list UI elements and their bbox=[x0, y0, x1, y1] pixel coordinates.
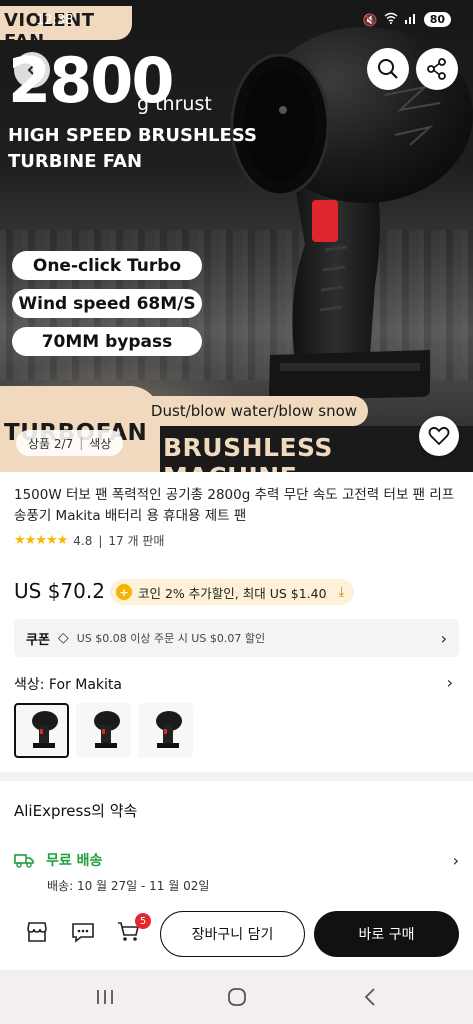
store-icon bbox=[27, 922, 47, 942]
sold-count: 17 개 판매 bbox=[108, 534, 165, 548]
color-swatch-3[interactable] bbox=[138, 703, 193, 758]
back-arrow-icon bbox=[364, 988, 375, 1006]
headline-line-2: TURBINE FAN bbox=[8, 151, 143, 172]
recent-apps-button[interactable] bbox=[91, 984, 119, 1010]
color-swatch-2[interactable] bbox=[76, 703, 131, 758]
coin-discount-text: 코인 2% 추가할인, 최대 US $1.40 bbox=[138, 585, 327, 601]
rating-row[interactable]: ★★★★★ 4.8 | 17 개 판매 bbox=[14, 532, 164, 549]
rating-separator: | bbox=[98, 533, 103, 548]
add-to-cart-button[interactable]: 장바구니 담기 bbox=[160, 911, 305, 957]
coin-icon: + bbox=[116, 584, 132, 600]
image-counter: 상품 2/7 | 색상 bbox=[16, 430, 124, 456]
home-icon bbox=[228, 988, 246, 1006]
shipping-date: 배송: 10 월 27일 - 11 월 02일 bbox=[47, 879, 210, 893]
home-button[interactable] bbox=[223, 984, 251, 1010]
promise-title: AliExpress의 약속 bbox=[14, 802, 138, 820]
feature-pill-bypass: 70MM bypass bbox=[12, 327, 202, 356]
wishlist-button[interactable] bbox=[419, 416, 459, 456]
image-counter-label: 상품 2/7 bbox=[28, 436, 74, 451]
feature-pill-wind-speed: Wind speed 68M/S bbox=[12, 289, 202, 318]
star-rating-icon: ★★★★★ bbox=[14, 533, 68, 548]
image-counter-color: 색상 bbox=[89, 436, 112, 451]
fan-thumbnail-icon bbox=[31, 710, 58, 748]
fan-thumbnail-icon bbox=[93, 710, 120, 748]
product-title: 1500W 터보 팬 폭력적인 공기총 2800g 추력 무단 속도 고전력 터… bbox=[14, 487, 455, 524]
search-button[interactable] bbox=[367, 48, 409, 90]
product-price: US $70.2 bbox=[14, 579, 105, 603]
coin-discount-badge[interactable]: + 코인 2% 추가할인, 최대 US $1.40 ⤓ bbox=[110, 579, 355, 605]
mute-icon: 🔇 bbox=[362, 12, 378, 27]
search-icon bbox=[378, 59, 398, 79]
chevron-right-icon: › bbox=[452, 850, 459, 870]
product-image-carousel[interactable]: VIOLENT FAN 12:38 🔇 80 2800 g thrust HIG… bbox=[0, 0, 473, 472]
wifi-icon bbox=[384, 12, 398, 27]
status-time: 12:38 bbox=[36, 13, 74, 28]
tag-icon: ◇ bbox=[57, 630, 69, 646]
signal-icon bbox=[404, 12, 418, 27]
headline-line-1: HIGH SPEED BRUSHLESS bbox=[8, 125, 257, 146]
truck-icon bbox=[14, 854, 34, 868]
buy-now-button[interactable]: 바로 구매 bbox=[314, 911, 459, 957]
chat-button[interactable] bbox=[70, 919, 96, 945]
section-divider bbox=[0, 772, 473, 781]
thrust-unit: g thrust bbox=[137, 93, 212, 115]
chat-icon bbox=[72, 923, 94, 943]
bottom-action-bar: 5 장바구니 담기 바로 구매 bbox=[0, 903, 473, 967]
coupon-label: 쿠폰 bbox=[26, 632, 50, 648]
color-chevron-right-icon[interactable]: › bbox=[447, 673, 453, 692]
coupon-text: US $0.08 이상 주문 시 US $0.07 할인 bbox=[76, 632, 266, 645]
counter-separator: | bbox=[79, 436, 84, 450]
system-navigation-bar bbox=[0, 970, 473, 1024]
share-button[interactable] bbox=[416, 48, 458, 90]
color-swatch-1[interactable] bbox=[14, 703, 69, 758]
store-button[interactable] bbox=[24, 919, 50, 945]
shipping-row[interactable]: 무료 배송 › bbox=[14, 850, 459, 870]
dust-banner: Dust/blow water/blow snow bbox=[140, 396, 368, 426]
feature-pill-turbo: One-click Turbo bbox=[12, 251, 202, 280]
share-icon bbox=[427, 58, 446, 80]
chevron-right-icon: › bbox=[440, 628, 447, 648]
color-option-label: 색상: For Makita bbox=[14, 677, 122, 693]
nav-back-button[interactable] bbox=[356, 984, 384, 1010]
recent-apps-icon bbox=[97, 990, 113, 1004]
rating-value: 4.8 bbox=[73, 533, 93, 548]
coupon-row[interactable]: 쿠폰 ◇ US $0.08 이상 주문 시 US $0.07 할인 › bbox=[14, 619, 459, 657]
battery-indicator: 80 bbox=[423, 12, 451, 27]
heart-icon bbox=[428, 426, 450, 446]
free-shipping-label: 무료 배송 bbox=[46, 853, 103, 869]
download-icon: ⤓ bbox=[338, 584, 345, 600]
fan-thumbnail-icon bbox=[155, 710, 182, 748]
cart-count-badge: 5 bbox=[135, 913, 151, 929]
status-icons: 🔇 80 bbox=[363, 12, 451, 27]
